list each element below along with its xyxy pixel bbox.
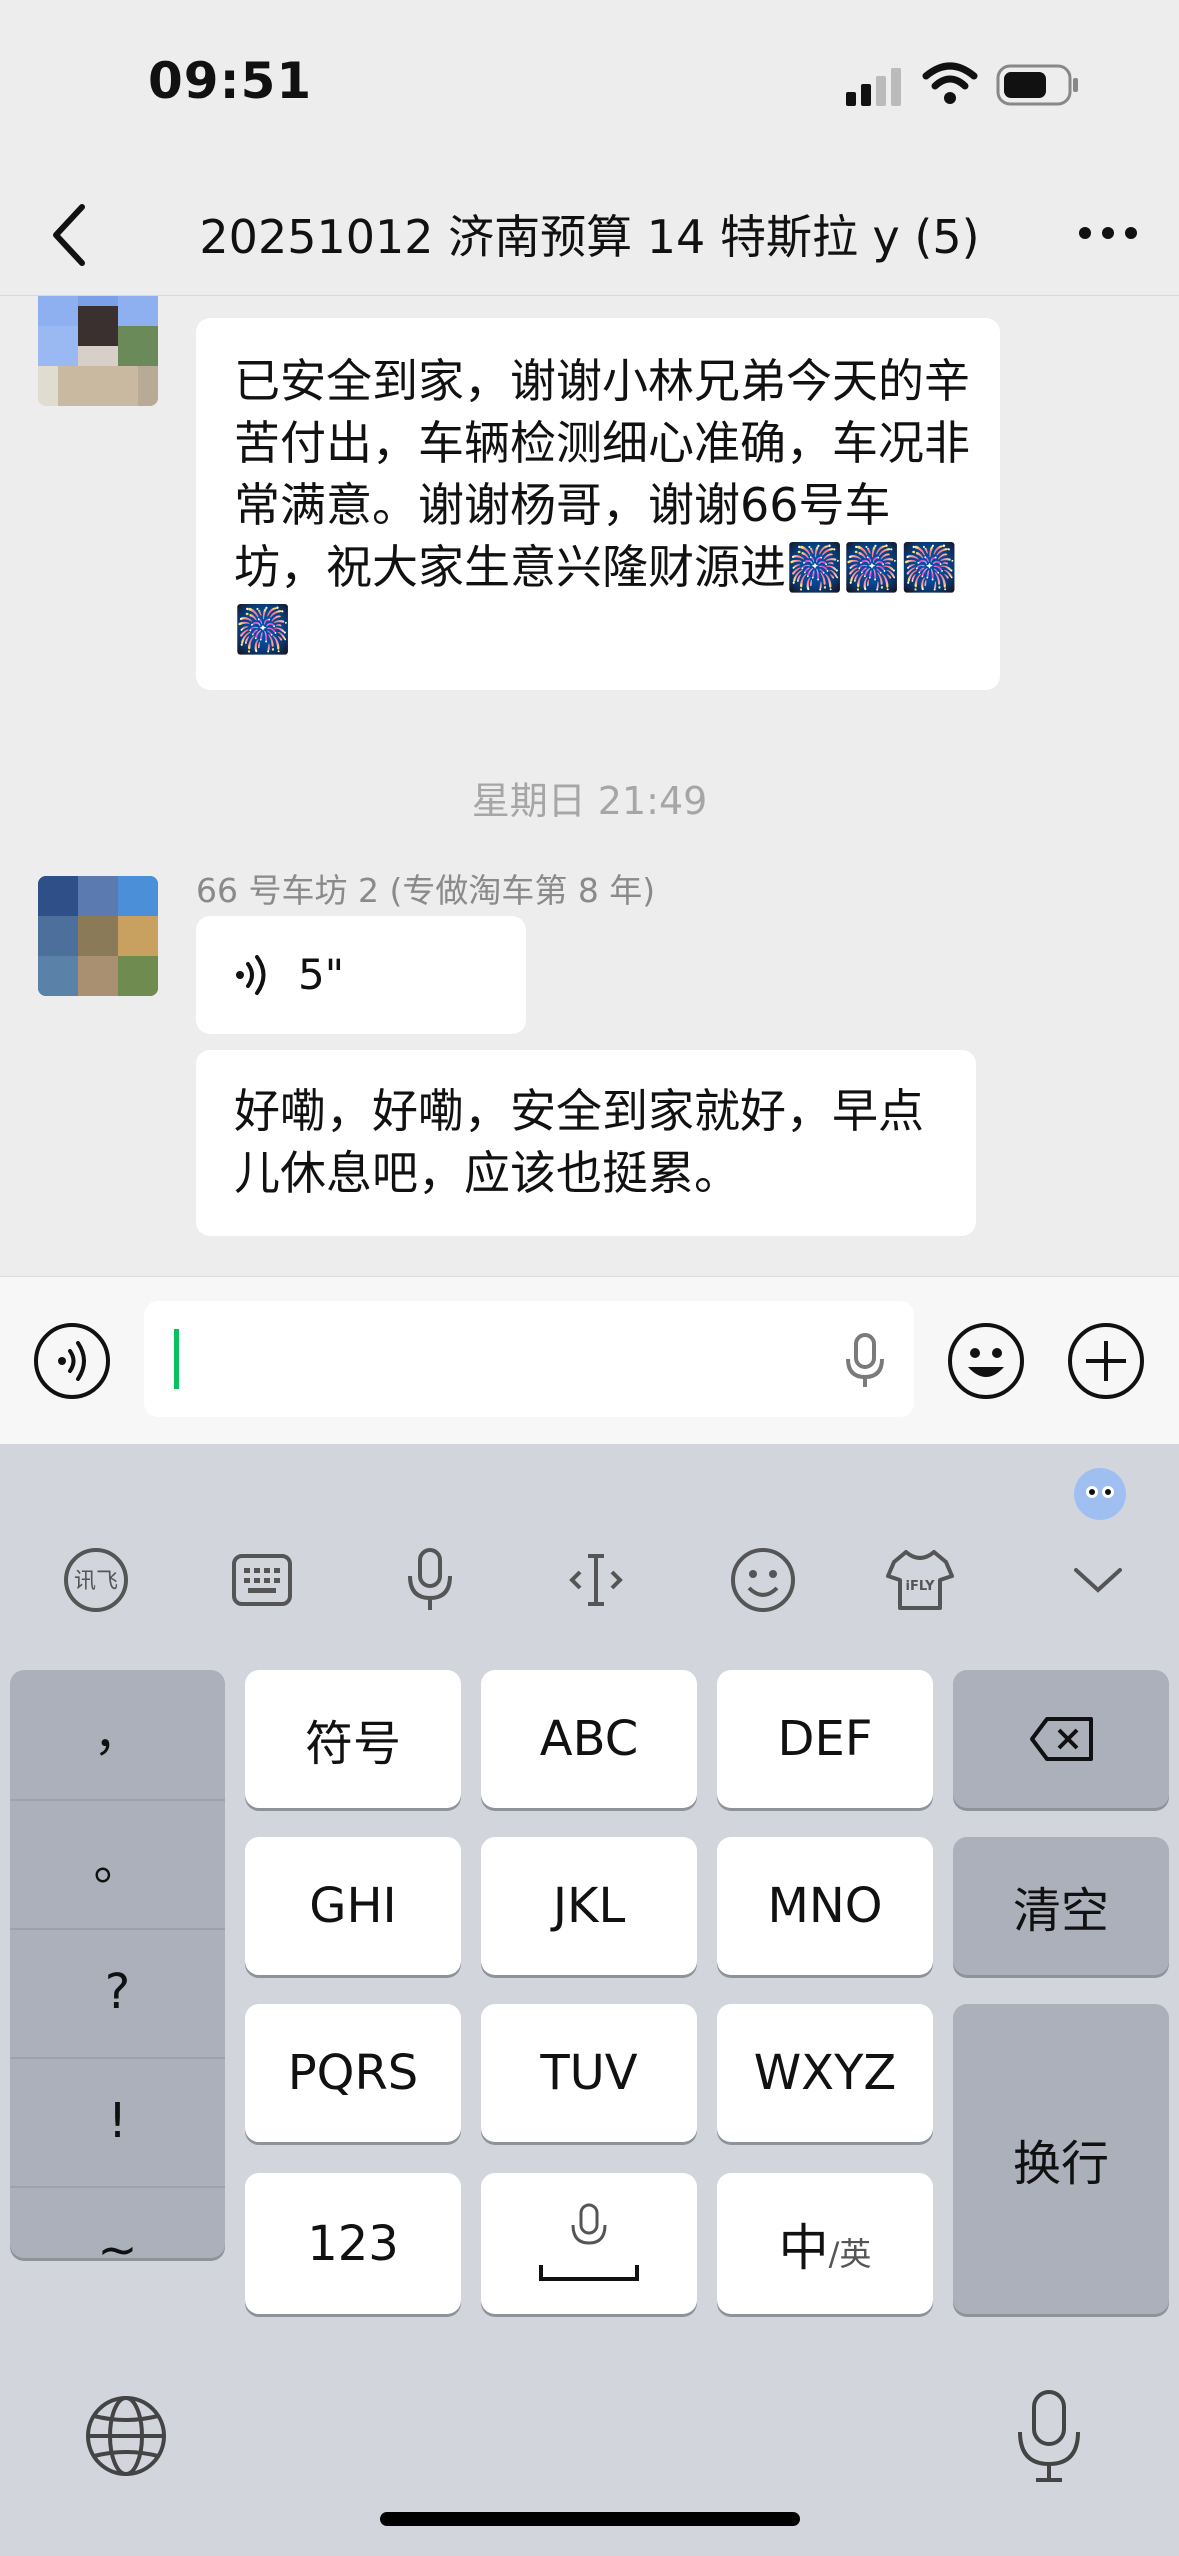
key-symbols[interactable]: 符号: [245, 1670, 461, 1808]
wifi-icon: [922, 62, 978, 104]
cursor-move-icon[interactable]: [560, 1544, 632, 1616]
collapse-chevron-icon[interactable]: [1062, 1544, 1134, 1616]
status-time: 09:51: [148, 52, 313, 110]
key-backspace[interactable]: [953, 1670, 1169, 1808]
message-text: 已安全到家，谢谢小林兄弟今天的辛苦付出，车辆检测细心准确，车况非常满意。谢谢杨哥…: [234, 354, 970, 656]
key-clear[interactable]: 清空: [953, 1837, 1169, 1975]
sender-avatar[interactable]: [38, 876, 158, 996]
key-abc[interactable]: ABC: [481, 1670, 697, 1808]
key-mno[interactable]: MNO: [717, 1837, 933, 1975]
punct-key[interactable]: 。: [10, 1799, 225, 1930]
back-chevron-icon[interactable]: [40, 195, 100, 275]
key-newline[interactable]: 换行: [953, 2004, 1169, 2314]
more-dots-icon[interactable]: [1073, 203, 1143, 263]
message-bubble-text[interactable]: 已安全到家，谢谢小林兄弟今天的辛苦付出，车辆检测细心准确，车况非常满意。谢谢杨哥…: [196, 318, 1000, 690]
dictation-mic-icon[interactable]: [1010, 2388, 1088, 2484]
keyboard-icon[interactable]: [226, 1544, 298, 1616]
home-indicator: [380, 2512, 800, 2526]
voice-duration: 5": [298, 950, 345, 999]
message-list[interactable]: 已安全到家，谢谢小林兄弟今天的辛苦付出，车辆检测细心准确，车况非常满意。谢谢杨哥…: [0, 296, 1179, 1276]
chat-input-bar: [0, 1276, 1179, 1445]
backspace-icon: [1030, 1717, 1093, 1761]
key-tuv[interactable]: TUV: [481, 2004, 697, 2142]
xunfei-icon[interactable]: 讯飞: [60, 1544, 132, 1616]
message-input[interactable]: [144, 1301, 914, 1417]
emoji-panel-icon[interactable]: [727, 1544, 799, 1616]
cellular-signal-icon: [846, 68, 901, 106]
text-caret: [174, 1329, 179, 1389]
punct-key[interactable]: ?: [10, 1928, 225, 2059]
mic-icon[interactable]: [842, 1333, 888, 1389]
voice-message-bubble[interactable]: 5": [196, 916, 526, 1034]
key-jkl[interactable]: JKL: [481, 1837, 697, 1975]
key-lang-switch[interactable]: 中/英: [717, 2173, 933, 2314]
lang-sub-label: /英: [828, 2234, 872, 2273]
voice-input-icon[interactable]: [394, 1544, 466, 1616]
message-bubble-text[interactable]: 好嘞，好嘞，安全到家就好，早点儿休息吧，应该也挺累。: [196, 1050, 976, 1236]
key-wxyz[interactable]: WXYZ: [717, 2004, 933, 2142]
chat-title: 20251012 济南预算 14 特斯拉 y (5): [199, 210, 980, 264]
chat-timestamp: 星期日 21:49: [471, 779, 708, 823]
punctuation-column[interactable]: ， 。 ? ! ~: [10, 1670, 225, 2278]
punct-key[interactable]: !: [10, 2057, 225, 2188]
svg-text:iFLY: iFLY: [905, 1579, 935, 1594]
key-ghi[interactable]: GHI: [245, 1837, 461, 1975]
ime-mascot-icon[interactable]: [1070, 1464, 1130, 1524]
key-pqrs[interactable]: PQRS: [245, 2004, 461, 2142]
battery-icon: [996, 64, 1078, 106]
space-mic-icon: [539, 2203, 639, 2281]
sender-name: 66 号车坊 2 (专做淘车第 8 年): [196, 871, 656, 910]
key-def[interactable]: DEF: [717, 1670, 933, 1808]
chat-nav-bar: 20251012 济南预算 14 特斯拉 y (5): [0, 175, 1179, 296]
key-space[interactable]: [481, 2173, 697, 2314]
punct-key[interactable]: ~: [10, 2186, 225, 2315]
emoji-icon[interactable]: [946, 1321, 1026, 1401]
svg-text:讯飞: 讯飞: [74, 1569, 118, 1594]
skin-shirt-icon[interactable]: iFLY: [884, 1544, 956, 1616]
punct-key[interactable]: ，: [10, 1670, 225, 1801]
sender-avatar[interactable]: [38, 296, 158, 406]
key-123[interactable]: 123: [245, 2173, 461, 2314]
voice-wave-icon: [236, 955, 266, 995]
ime-keyboard: 讯飞 iFLY ， 。 ? ! ~ 符号 ABC DEF GHI JKL MNO…: [0, 1444, 1179, 2556]
globe-icon[interactable]: [84, 2394, 168, 2478]
message-text: 好嘞，好嘞，安全到家就好，早点儿休息吧，应该也挺累。: [234, 1084, 924, 1200]
voice-mode-icon[interactable]: [32, 1321, 112, 1401]
lang-main-label: 中: [778, 2218, 829, 2277]
status-bar: 09:51: [0, 0, 1179, 175]
add-plus-icon[interactable]: [1066, 1321, 1146, 1401]
